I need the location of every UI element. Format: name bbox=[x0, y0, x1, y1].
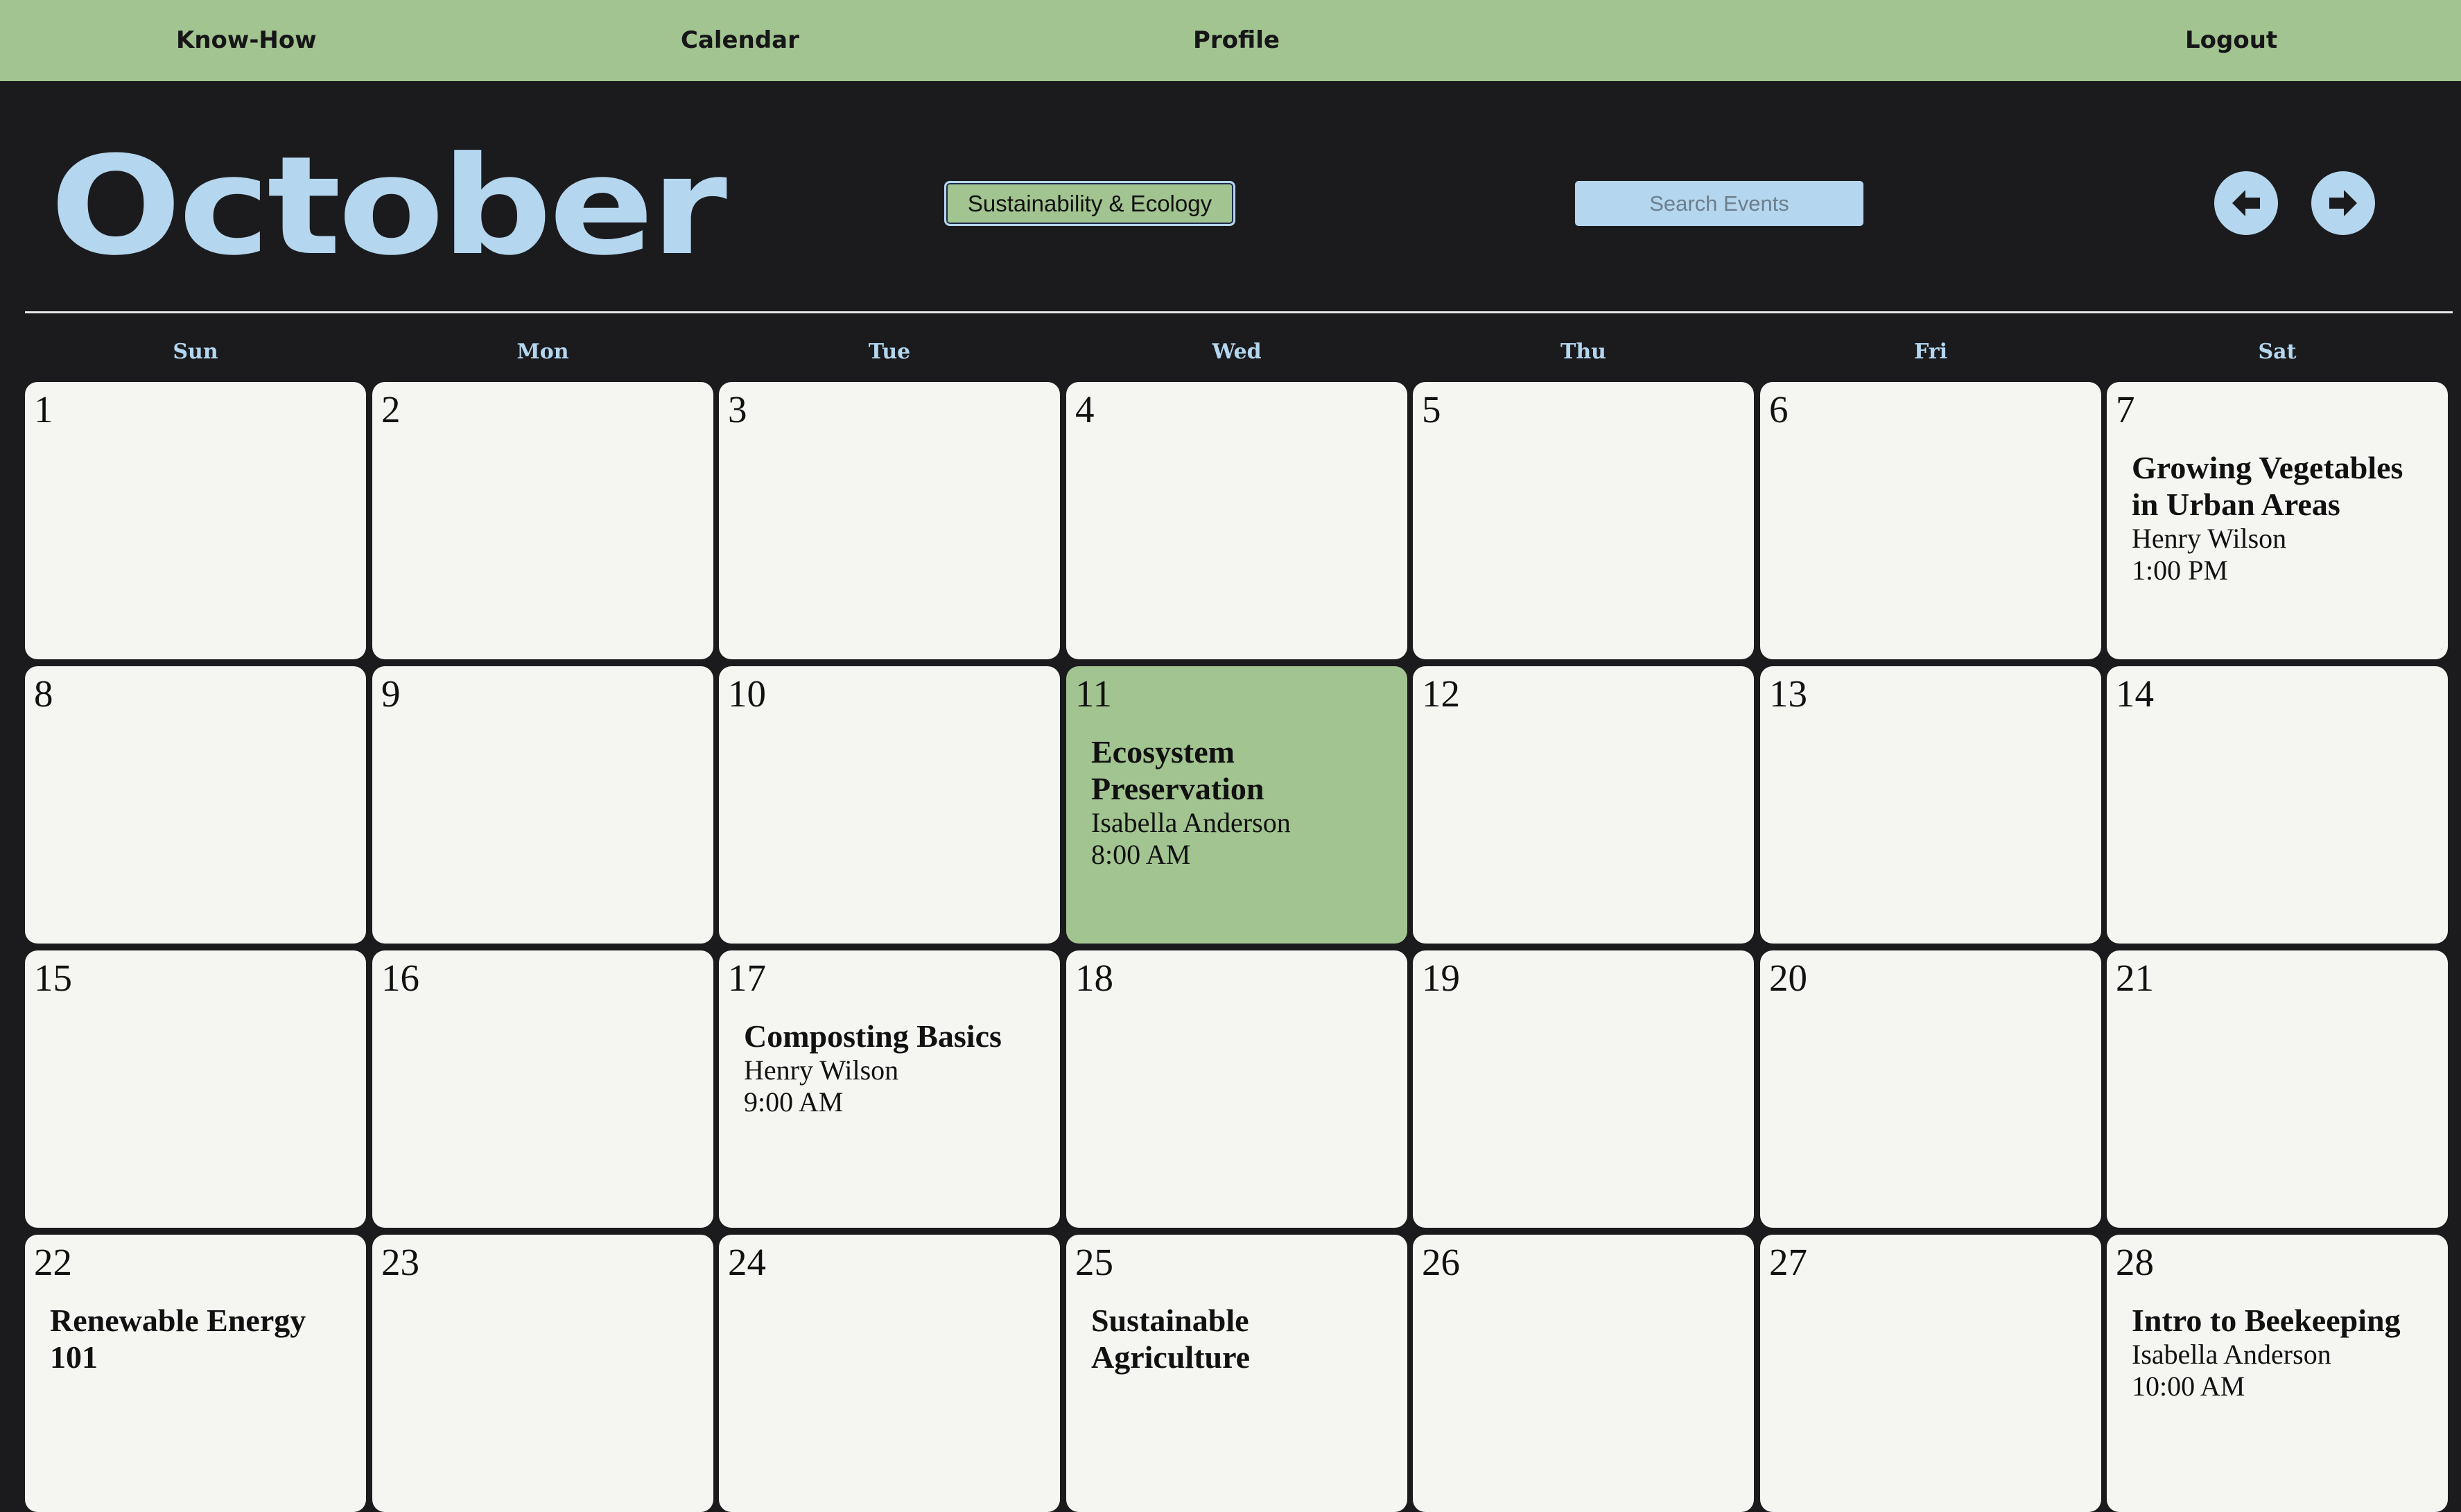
header-divider bbox=[25, 311, 2453, 313]
arrow-right-icon bbox=[2329, 190, 2357, 216]
event-card[interactable]: Composting Basics Henry Wilson 9:00 AM bbox=[744, 1018, 1049, 1118]
event-host: Henry Wilson bbox=[744, 1054, 899, 1086]
day-number: 22 bbox=[34, 1241, 72, 1283]
day-cell[interactable]: 16 bbox=[372, 950, 713, 1228]
event-time: 10:00 AM bbox=[2132, 1371, 2245, 1402]
day-cell[interactable]: 11 Ecosystem Preservation Isabella Anderso… bbox=[1066, 666, 1407, 944]
top-nav-bar: Know-How Calendar Profile Logout bbox=[0, 0, 2461, 81]
next-month-button[interactable] bbox=[2311, 171, 2375, 235]
day-cell[interactable]: 19 bbox=[1413, 950, 1754, 1228]
day-number: 12 bbox=[1422, 672, 1460, 715]
event-host: Isabella Anderson bbox=[1091, 807, 1291, 838]
weekday-label-mon: Mon bbox=[516, 340, 569, 364]
day-cell[interactable]: 3 bbox=[719, 382, 1060, 659]
weekday-label-sun: Sun bbox=[173, 340, 218, 364]
event-card[interactable]: Ecosystem Preservation Isabella Anderson 8… bbox=[1091, 733, 1396, 871]
nav-link-calendar[interactable]: Calendar bbox=[681, 0, 799, 81]
day-cell[interactable]: 24 bbox=[719, 1235, 1060, 1512]
event-title: Sustainable Agriculture bbox=[1091, 1303, 1251, 1375]
day-cell[interactable]: 10 bbox=[719, 666, 1060, 944]
day-number: 26 bbox=[1422, 1241, 1460, 1283]
day-cell[interactable]: 18 bbox=[1066, 950, 1407, 1228]
category-filter-value: Sustainability & Ecology bbox=[967, 190, 1212, 216]
day-number: 18 bbox=[1075, 957, 1113, 999]
day-cell[interactable]: 21 bbox=[2107, 950, 2448, 1228]
search-events-input[interactable] bbox=[1575, 181, 1863, 226]
event-card[interactable]: Renewable Energy 101 bbox=[50, 1302, 355, 1375]
day-number: 16 bbox=[381, 957, 419, 999]
day-number: 4 bbox=[1075, 388, 1095, 431]
weekday-label-wed: Wed bbox=[1212, 340, 1262, 364]
month-title: October bbox=[50, 128, 727, 286]
day-cell[interactable]: 5 bbox=[1413, 382, 1754, 659]
day-number: 23 bbox=[381, 1241, 419, 1283]
day-cell[interactable]: 9 bbox=[372, 666, 713, 944]
nav-link-logout[interactable]: Logout bbox=[2185, 0, 2277, 81]
event-card[interactable]: Intro to Beekeeping Isabella Anderson 10:0… bbox=[2132, 1302, 2437, 1402]
event-time: 8:00 AM bbox=[1091, 839, 1191, 870]
day-cell[interactable]: 17 Composting Basics Henry Wilson 9:00 AM bbox=[719, 950, 1060, 1228]
day-cell[interactable]: 22 Renewable Energy 101 bbox=[25, 1235, 366, 1512]
day-cell[interactable]: 4 bbox=[1066, 382, 1407, 659]
day-cell[interactable]: 12 bbox=[1413, 666, 1754, 944]
weekday-label-thu: Thu bbox=[1560, 340, 1606, 364]
category-filter-select[interactable]: Sustainability & Ecology bbox=[944, 181, 1235, 226]
day-cell[interactable]: 6 bbox=[1760, 382, 2101, 659]
arrow-left-icon bbox=[2232, 190, 2260, 216]
event-title: Renewable Energy 101 bbox=[50, 1303, 306, 1375]
day-cell[interactable]: 20 bbox=[1760, 950, 2101, 1228]
day-number: 14 bbox=[2116, 672, 2154, 715]
day-cell[interactable]: 15 bbox=[25, 950, 366, 1228]
day-cell[interactable]: 14 bbox=[2107, 666, 2448, 944]
event-time: 9:00 AM bbox=[744, 1086, 844, 1118]
day-number: 17 bbox=[728, 957, 766, 999]
day-cell[interactable]: 25 Sustainable Agriculture bbox=[1066, 1235, 1407, 1512]
previous-month-button[interactable] bbox=[2214, 171, 2278, 235]
day-cell[interactable]: 8 bbox=[25, 666, 366, 944]
day-cell[interactable]: 27 bbox=[1760, 1235, 2101, 1512]
day-cell[interactable]: 23 bbox=[372, 1235, 713, 1512]
event-card[interactable]: Growing Vegetables in Urban Areas Henry W… bbox=[2132, 449, 2437, 586]
event-title: Intro to Beekeeping bbox=[2132, 1303, 2401, 1338]
day-number: 1 bbox=[34, 388, 53, 431]
event-host: Henry Wilson bbox=[2132, 523, 2287, 554]
day-number: 10 bbox=[728, 672, 766, 715]
day-number: 20 bbox=[1769, 957, 1807, 999]
day-cell[interactable]: 1 bbox=[25, 382, 366, 659]
day-number: 8 bbox=[34, 672, 53, 715]
weekday-label-tue: Tue bbox=[868, 340, 911, 364]
day-number: 15 bbox=[34, 957, 72, 999]
event-host: Isabella Anderson bbox=[2132, 1339, 2331, 1370]
event-title: Composting Basics bbox=[744, 1018, 1002, 1054]
day-number: 6 bbox=[1769, 388, 1789, 431]
day-number: 24 bbox=[728, 1241, 766, 1283]
day-number: 21 bbox=[2116, 957, 2154, 999]
day-cell[interactable]: 7 Growing Vegetables in Urban Areas Henry … bbox=[2107, 382, 2448, 659]
day-cell[interactable]: 28 Intro to Beekeeping Isabella Anderson 10… bbox=[2107, 1235, 2448, 1512]
day-number: 5 bbox=[1422, 388, 1441, 431]
day-number: 19 bbox=[1422, 957, 1460, 999]
weekday-label-fri: Fri bbox=[1914, 340, 1947, 364]
day-cell[interactable]: 13 bbox=[1760, 666, 2101, 944]
day-number: 3 bbox=[728, 388, 747, 431]
day-number: 27 bbox=[1769, 1241, 1807, 1283]
weekday-label-sat: Sat bbox=[2258, 340, 2297, 364]
day-number: 25 bbox=[1075, 1241, 1113, 1283]
nav-link-profile[interactable]: Profile bbox=[1193, 0, 1280, 81]
day-cell[interactable]: 2 bbox=[372, 382, 713, 659]
day-number: 7 bbox=[2116, 388, 2135, 431]
day-cell[interactable]: 26 bbox=[1413, 1235, 1754, 1512]
day-number: 13 bbox=[1769, 672, 1807, 715]
day-number: 11 bbox=[1075, 672, 1112, 715]
event-title: Growing Vegetables in Urban Areas bbox=[2132, 450, 2403, 522]
nav-link-know-how[interactable]: Know-How bbox=[176, 0, 317, 81]
day-number: 28 bbox=[2116, 1241, 2154, 1283]
day-number: 2 bbox=[381, 388, 401, 431]
event-time: 1:00 PM bbox=[2132, 555, 2228, 586]
event-card[interactable]: Sustainable Agriculture bbox=[1091, 1302, 1396, 1375]
day-number: 9 bbox=[381, 672, 401, 715]
event-title: Ecosystem Preservation bbox=[1091, 734, 1264, 806]
